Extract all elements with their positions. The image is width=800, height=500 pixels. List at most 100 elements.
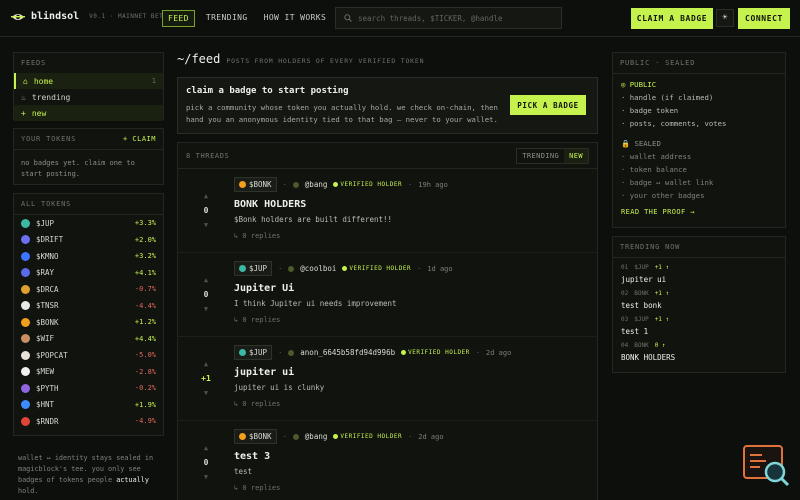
token-row[interactable]: $KMNO +3.2% (14, 248, 163, 265)
token-logo-icon (21, 334, 30, 344)
downvote-icon[interactable]: ▼ (204, 473, 208, 481)
token-change: +4.4% (134, 334, 156, 343)
downvote-icon[interactable]: ▼ (204, 389, 208, 397)
sealed-item: · wallet address (621, 152, 692, 161)
thread-meta: $BONK · @bang VERIFIED HOLDER · 19h ago (234, 177, 597, 192)
token-chip[interactable]: $JUP (234, 261, 273, 276)
upvote-icon[interactable]: ▲ (204, 276, 208, 284)
upvote-icon[interactable]: ▲ (204, 444, 208, 452)
downvote-icon[interactable]: ▼ (204, 221, 208, 229)
token-row[interactable]: $WIF +4.4% (14, 331, 163, 348)
nav-how-it-works[interactable]: HOW IT WORKS (259, 10, 332, 27)
thread-title[interactable]: test 3 (234, 451, 597, 462)
nav-trending[interactable]: TRENDING (201, 10, 253, 27)
token-row[interactable]: $RNDR -4.9% (14, 413, 163, 430)
thread-meta: $JUP · anon_6645b58fd94d996b VERIFIED HOLDE… (234, 345, 597, 360)
brand[interactable]: blindsol V0.1 · MAINNET BETA (11, 11, 167, 22)
trending-title: BONK HOLDERS (621, 353, 676, 362)
your-tokens-header: YOUR TOKENS + CLAIM (14, 129, 163, 150)
thread-item[interactable]: ▲ 0 ▼ $BONK · @bang VERIFIED HOLDER · 2d ago test… (178, 421, 597, 500)
token-row[interactable]: $POPCAT -5.0% (14, 347, 163, 364)
thread-title[interactable]: BONK HOLDERS (234, 199, 597, 210)
claim-token-link[interactable]: + CLAIM (123, 135, 156, 143)
feed-new-label: new (31, 108, 47, 118)
author-handle[interactable]: @bang (305, 432, 328, 441)
sort-trending[interactable]: TRENDING (517, 149, 564, 163)
token-change: +1.2% (134, 318, 156, 327)
connect-button[interactable]: CONNECT (738, 8, 790, 29)
token-change: +3.3% (134, 219, 156, 228)
author-handle[interactable]: @coolboi (300, 264, 336, 273)
thread-replies[interactable]: ↳ 0 replies (234, 400, 597, 408)
token-row[interactable]: $HNT +1.9% (14, 397, 163, 414)
claim-badge-button[interactable]: CLAIM A BADGE (631, 8, 713, 29)
theme-toggle-button[interactable]: ☀ (716, 9, 734, 27)
upvote-icon[interactable]: ▲ (204, 360, 208, 368)
thread-replies[interactable]: ↳ 0 replies (234, 316, 597, 324)
trending-item[interactable]: 03 $JUP +1 ↑ test 1 (613, 314, 785, 340)
search-input[interactable] (358, 13, 548, 23)
terminal-search-icon[interactable] (742, 444, 790, 488)
token-logo-icon (21, 317, 30, 327)
public-sealed-list: ◎ PUBLIC · handle (if claimed) · badge t… (613, 78, 785, 219)
token-row[interactable]: $JUP +3.3% (14, 215, 163, 232)
token-row[interactable]: $DRIFT +2.0% (14, 232, 163, 249)
token-row[interactable]: $BONK +1.2% (14, 314, 163, 331)
read-proof-link[interactable]: READ THE PROOF → (621, 206, 777, 219)
verified-label: VERIFIED HOLDER (408, 349, 470, 356)
trending-meta: 01 $JUP +1 ↑ (621, 264, 777, 271)
trending-list: 01 $JUP +1 ↑ jupiter ui 02 BONK +1 ↑ test bonk 0… (613, 262, 785, 366)
token-logo-icon (21, 301, 30, 311)
feed-trending[interactable]: ♨ trending (14, 89, 163, 105)
token-change: +1.9% (134, 400, 156, 409)
token-change: -5.0% (134, 351, 156, 360)
page-subtitle: POSTS FROM HOLDERS OF EVERY VERIFIED TOK… (226, 57, 425, 65)
author-handle[interactable]: anon_6645b58fd94d996b (300, 348, 395, 357)
nav-feed[interactable]: FEED (162, 10, 195, 27)
vote-score: 0 (203, 290, 209, 299)
trending-score: +1 ↑ (654, 290, 670, 297)
token-logo-icon (21, 367, 30, 377)
thread-replies[interactable]: ↳ 0 replies (234, 232, 597, 240)
thread-title[interactable]: Jupiter Ui (234, 283, 597, 294)
thread-item[interactable]: ▲ 0 ▼ $JUP · @coolboi VERIFIED HOLDER · 1d ago Ju… (178, 253, 597, 337)
vote-score: +1 (201, 374, 211, 383)
your-tokens-panel: YOUR TOKENS + CLAIM no badges yet. claim… (13, 128, 164, 185)
token-change: +2.0% (134, 235, 156, 244)
thread-title[interactable]: jupiter ui (234, 367, 597, 378)
main-feed: ~/feed POSTS FROM HOLDERS OF EVERY VERIF… (177, 52, 598, 500)
token-chip[interactable]: $JUP (234, 345, 273, 360)
token-row[interactable]: $DRCA -0.7% (14, 281, 163, 298)
home-icon: ⌂ (23, 76, 28, 86)
token-chip[interactable]: $BONK (234, 177, 277, 192)
thread-item[interactable]: ▲ +1 ▼ $JUP · anon_6645b58fd94d996b VERIFIED H… (178, 337, 597, 421)
right-sidebar: PUBLIC · SEALED ◎ PUBLIC · handle (if cl… (612, 52, 786, 373)
thread-replies[interactable]: ↳ 0 replies (234, 484, 597, 492)
trending-item[interactable]: 01 $JUP +1 ↑ jupiter ui (613, 262, 785, 288)
trending-item[interactable]: 04 BONK 0 ↑ BONK HOLDERS (613, 340, 785, 366)
thread-item[interactable]: ▲ 0 ▼ $BONK · @bang VERIFIED HOLDER · 19h ago BON… (178, 169, 597, 253)
token-row[interactable]: $TNSR -4.4% (14, 298, 163, 315)
trending-meta: 03 $JUP +1 ↑ (621, 316, 777, 323)
feed-new[interactable]: + new (14, 105, 163, 121)
feed-home[interactable]: ⌂ home 1 (14, 73, 163, 89)
upvote-icon[interactable]: ▲ (204, 192, 208, 200)
token-row[interactable]: $PYTH -0.2% (14, 380, 163, 397)
thread-meta: $JUP · @coolboi VERIFIED HOLDER · 1d ago (234, 261, 597, 276)
author-handle[interactable]: @bang (305, 180, 328, 189)
token-chip[interactable]: $BONK (234, 429, 277, 444)
search-box[interactable] (335, 7, 562, 29)
trending-meta: 02 BONK +1 ↑ (621, 290, 777, 297)
downvote-icon[interactable]: ▼ (204, 305, 208, 313)
sealed-item: · badge ↔ wallet link (621, 178, 714, 187)
pick-badge-button[interactable]: PICK A BADGE (510, 95, 586, 115)
sort-new[interactable]: NEW (564, 148, 588, 163)
sun-icon: ☀ (722, 13, 728, 23)
feeds-title: FEEDS (21, 59, 47, 67)
token-row[interactable]: $RAY +4.1% (14, 265, 163, 282)
token-row[interactable]: $MEW -2.8% (14, 364, 163, 381)
verified-dot-icon (333, 182, 339, 187)
brand-name: blindsol (31, 11, 80, 22)
trending-item[interactable]: 02 BONK +1 ↑ test bonk (613, 288, 785, 314)
thread-text: $Bonk holders are built different!! (234, 215, 393, 224)
